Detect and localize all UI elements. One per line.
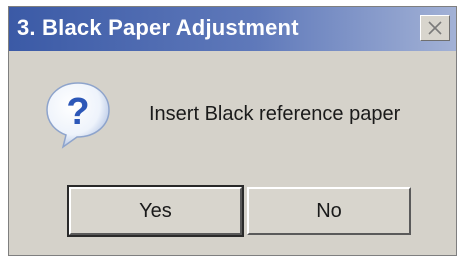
close-icon — [428, 21, 442, 35]
title-bar[interactable]: 3. Black Paper Adjustment — [9, 7, 456, 51]
dialog-window: 3. Black Paper Adjustment ? Insert Black… — [8, 6, 457, 256]
no-button[interactable]: No — [247, 187, 411, 235]
window-title: 3. Black Paper Adjustment — [17, 15, 299, 40]
dialog-message: Insert Black reference paper — [149, 103, 401, 125]
svg-text:?: ? — [66, 91, 89, 133]
close-button[interactable] — [420, 15, 450, 41]
yes-button[interactable]: Yes — [67, 185, 244, 237]
question-icon: ? — [41, 77, 115, 156]
